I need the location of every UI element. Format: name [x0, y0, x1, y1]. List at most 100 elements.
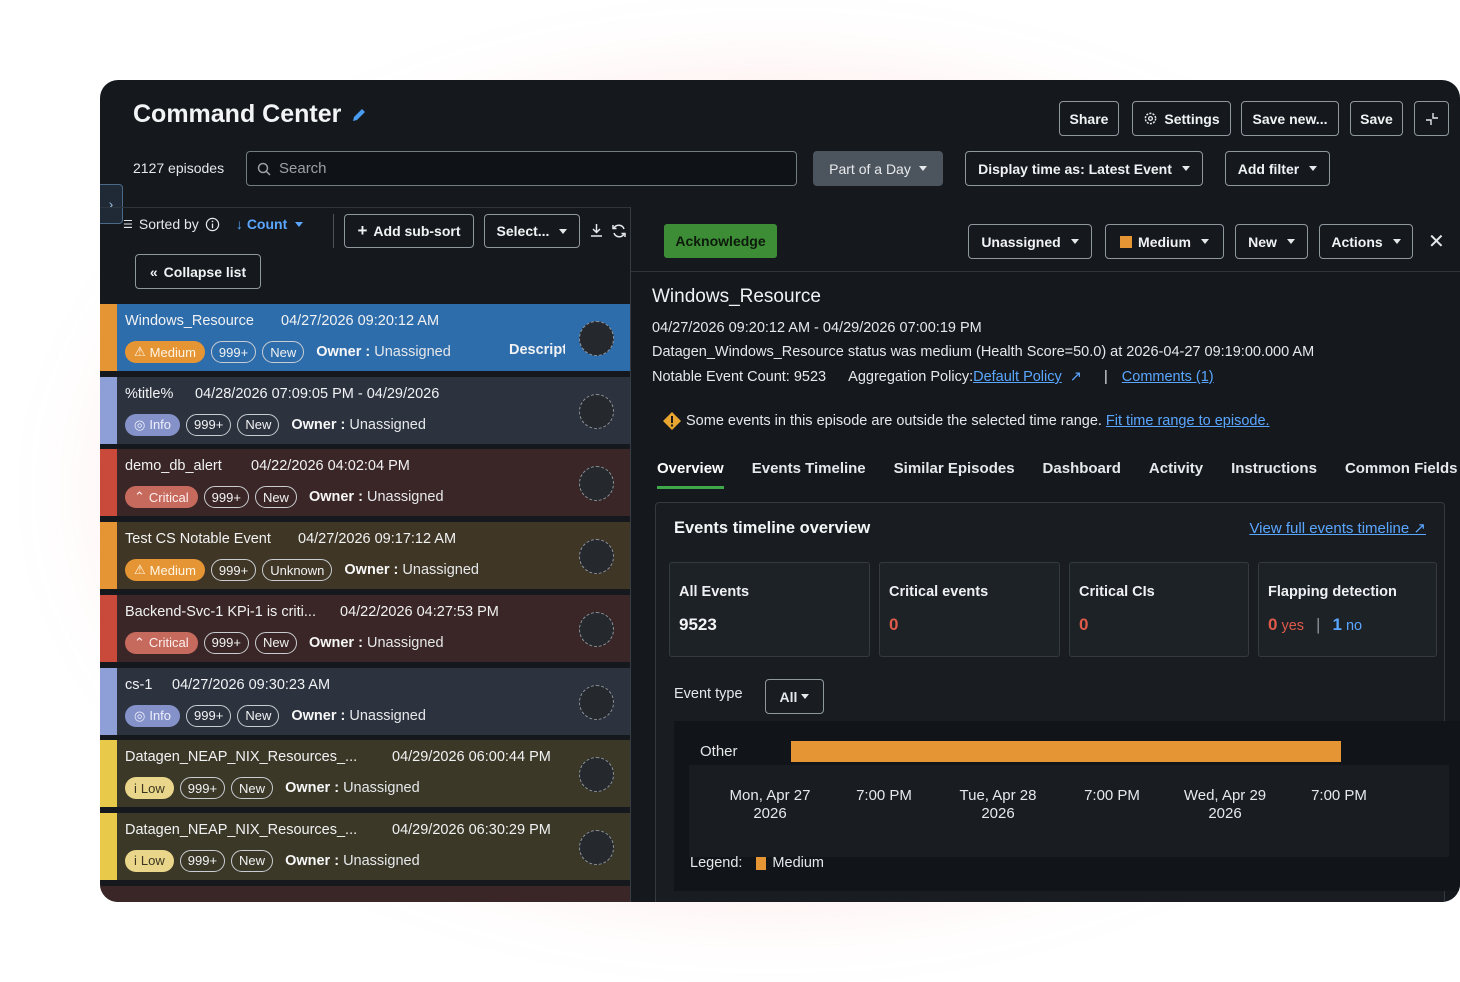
- timeline-bar-medium[interactable]: [791, 741, 1341, 762]
- timeline-row-label: Other: [700, 743, 738, 760]
- episode-title: Windows_Resource: [652, 286, 821, 307]
- assignee-avatar[interactable]: [579, 393, 614, 429]
- actions-dropdown[interactable]: Actions: [1319, 224, 1413, 259]
- tab-activity[interactable]: Activity: [1149, 460, 1203, 489]
- severity-badge: ◎ Info: [125, 413, 181, 436]
- add-filter-button[interactable]: Add filter: [1225, 151, 1330, 186]
- fit-time-range-link[interactable]: Fit time range to episode.: [1106, 413, 1270, 429]
- episode-time: 04/28/2026 07:09:05 PM - 04/29/2026: [195, 385, 440, 402]
- caret-down-icon: [1286, 239, 1295, 244]
- collapse-panel-button[interactable]: [1414, 101, 1449, 136]
- tab-overview[interactable]: Overview: [657, 460, 724, 489]
- sort-divider: [333, 214, 334, 248]
- all-events-card: All Events 9523: [669, 562, 870, 657]
- tab-events-timeline[interactable]: Events Timeline: [752, 460, 866, 489]
- caret-down-icon: [559, 228, 568, 234]
- add-sub-sort-button[interactable]: + Add sub-sort: [344, 214, 474, 248]
- status-badge: New: [254, 486, 297, 509]
- episode-list-item[interactable]: Datagen_NEAP_NIX_Resources_... 04/29/2026…: [100, 812, 630, 883]
- episode-description: Datagen_Windows_Resource status was medi…: [652, 344, 1315, 360]
- settings-button[interactable]: Settings: [1132, 101, 1231, 136]
- episode-list-item[interactable]: Windows_Resource 04/27/2026 09:20:12 AM ⚠ M…: [100, 304, 630, 374]
- critical-events-value: 0: [889, 615, 899, 634]
- severity-badge: ⚠ Medium: [125, 341, 205, 363]
- display-time-dropdown[interactable]: Display time as: Latest Event: [965, 151, 1203, 186]
- event-type-label: Event type: [674, 686, 743, 702]
- save-button[interactable]: Save: [1350, 101, 1403, 136]
- event-count-badge: 999+: [210, 341, 257, 363]
- episode-time: 04/29/2026 06:00:44 PM: [392, 749, 551, 766]
- owner-field: Owner : Unassigned: [285, 852, 420, 869]
- select-dropdown[interactable]: Select...: [484, 214, 580, 248]
- external-link-icon[interactable]: ↗: [1070, 369, 1082, 385]
- assignee-avatar[interactable]: [579, 466, 614, 502]
- search-input[interactable]: [279, 160, 759, 177]
- episode-list-item[interactable]: Datagen_NEAP_NIX_Resources_... 04/29/2026…: [100, 740, 630, 811]
- event-count-badge: 999+: [203, 631, 249, 654]
- double-chevron-left-icon: «: [149, 263, 158, 280]
- status-dropdown[interactable]: New: [1235, 224, 1308, 259]
- info-icon[interactable]: [205, 217, 220, 232]
- tab-similar-episodes[interactable]: Similar Episodes: [894, 460, 1015, 489]
- episode-list-item[interactable]: %title% 04/28/2026 07:09:05 PM - 04/29/20…: [100, 376, 630, 447]
- event-count-badge: 999+: [179, 777, 226, 800]
- search-icon: [257, 162, 271, 176]
- gear-icon: [1144, 112, 1157, 125]
- assignee-avatar[interactable]: [579, 757, 614, 793]
- sort-field-dropdown[interactable]: ↓ Count: [236, 216, 304, 232]
- flapping-yes-value: 0: [1268, 615, 1278, 634]
- refresh-icon[interactable]: [611, 223, 627, 239]
- tab-common-fields[interactable]: Common Fields: [1345, 460, 1458, 489]
- episode-name: %title%: [125, 385, 174, 402]
- close-icon[interactable]: ✕: [1428, 229, 1445, 254]
- download-icon[interactable]: [589, 223, 604, 239]
- axis-tick: 7:00 PM: [1084, 787, 1140, 804]
- events-timeline-overview: Events timeline overview View full event…: [655, 502, 1460, 902]
- episode-list-item[interactable]: cs-1 04/27/2026 09:30:23 AM ◎ Info 999+ New Ow…: [100, 667, 630, 738]
- assignee-avatar[interactable]: [579, 684, 614, 720]
- part-of-day-dropdown[interactable]: Part of a Day: [813, 151, 943, 186]
- tab-dashboard[interactable]: Dashboard: [1043, 460, 1121, 489]
- assignee-avatar[interactable]: [579, 611, 614, 647]
- view-full-timeline-link[interactable]: View full events timeline ↗: [1249, 519, 1426, 537]
- assignee-avatar[interactable]: [579, 321, 614, 356]
- legend-swatch-medium: [756, 856, 767, 870]
- episode-name: Datagen_NEAP_NIX_Resources_...: [125, 821, 358, 838]
- external-link-icon: ↗: [1413, 520, 1426, 537]
- default-policy-link[interactable]: Default Policy: [973, 369, 1062, 385]
- timeline-chart: Other Mon, Apr 27 2026 7:00 PM Tue, Apr 2…: [674, 721, 1460, 891]
- share-button[interactable]: Share: [1059, 101, 1119, 136]
- status-badge: New: [231, 849, 274, 872]
- tab-instructions[interactable]: Instructions: [1231, 460, 1317, 489]
- acknowledge-button[interactable]: Acknowledge: [664, 224, 777, 258]
- episode-name: Datagen_NEAP_NIX_Resources_...: [125, 749, 358, 766]
- severity-stripe: [100, 376, 117, 444]
- severity-stripe: [100, 812, 117, 880]
- search-box[interactable]: [246, 151, 797, 186]
- severity-dropdown[interactable]: Medium: [1105, 224, 1224, 259]
- description-label: Description: [509, 342, 565, 358]
- severity-stripe: [100, 667, 117, 735]
- caret-down-icon: [1309, 166, 1318, 171]
- status-badge: New: [237, 413, 280, 436]
- minimize-icon: [1425, 112, 1438, 125]
- owner-field: Owner : Unassigned: [308, 634, 444, 651]
- assignee-avatar[interactable]: [579, 829, 614, 865]
- comments-link[interactable]: Comments (1): [1122, 369, 1214, 385]
- episode-time: 04/22/2026 04:02:04 PM: [251, 458, 410, 475]
- episodes-count: 2127 episodes: [133, 160, 225, 176]
- assignee-avatar[interactable]: [579, 539, 614, 575]
- collapse-list-button[interactable]: «Collapse list: [135, 254, 261, 289]
- episode-list-item[interactable]: demo_db_alert 04/22/2026 04:02:04 PM ⌃ Crit…: [100, 449, 630, 520]
- severity-stripe: [100, 594, 117, 662]
- episode-list-item[interactable]: Backend-Svc-1 KPi-1 is criti... 04/22/202…: [100, 594, 630, 665]
- episode-list-item[interactable]: Test CS Notable Event 04/27/2026 09:17:12…: [100, 522, 630, 593]
- severity-badge: ⌃ Critical: [125, 486, 198, 509]
- edit-pencil-icon[interactable]: [351, 107, 367, 123]
- caret-down-icon: [918, 166, 927, 171]
- event-type-dropdown[interactable]: All: [765, 679, 824, 714]
- episode-badges: ◎ Info 999+ New Owner : Unassigned: [125, 413, 426, 436]
- caret-down-icon: [1392, 239, 1401, 244]
- owner-dropdown[interactable]: Unassigned: [968, 224, 1092, 259]
- save-new-button[interactable]: Save new...: [1241, 101, 1339, 136]
